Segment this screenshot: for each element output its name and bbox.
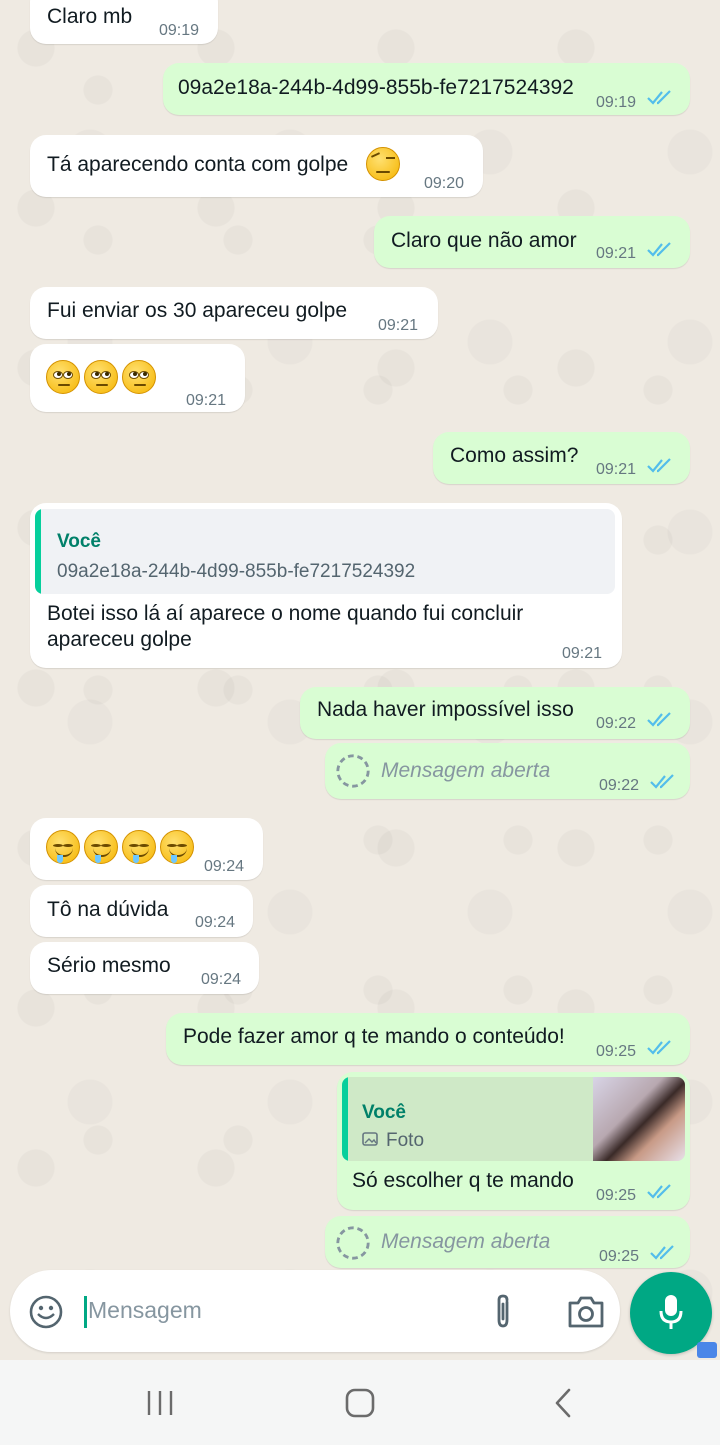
- message-incoming[interactable]: 09:24: [30, 818, 263, 880]
- message-outgoing[interactable]: Pode fazer amor q te mando o conteúdo! 0…: [166, 1013, 690, 1065]
- recent-apps-icon[interactable]: [145, 1388, 175, 1418]
- message-time: 09:24: [195, 914, 236, 931]
- drooling-face-emoji-icon: [46, 830, 198, 864]
- message-time: 09:21: [596, 461, 637, 478]
- message-time: 09:19: [159, 22, 200, 39]
- message-time: 09:21: [378, 317, 419, 334]
- back-icon[interactable]: [553, 1387, 573, 1419]
- floating-badge-icon[interactable]: [697, 1342, 717, 1358]
- message-outgoing[interactable]: 09a2e18a-244b-4d99-855b-fe7217524392 09:…: [163, 63, 690, 115]
- quote-text: Foto: [386, 1130, 425, 1151]
- message-time: 09:24: [201, 971, 242, 988]
- message-time: 09:20: [424, 175, 465, 192]
- message-time: 09:21: [562, 645, 603, 662]
- message-text: 09a2e18a-244b-4d99-855b-fe7217524392: [178, 76, 574, 99]
- message-time: 09:19: [596, 94, 637, 111]
- quote-text: 09a2e18a-244b-4d99-855b-fe7217524392: [57, 561, 416, 582]
- double-check-icon: [647, 242, 671, 257]
- double-check-icon: [650, 774, 674, 789]
- message-composer: Mensagem: [10, 1270, 620, 1352]
- photo-icon: [362, 1132, 378, 1146]
- message-time: 09:21: [596, 245, 637, 262]
- message-input[interactable]: Mensagem: [88, 1297, 202, 1324]
- quote-bar: [35, 509, 41, 594]
- camera-icon[interactable]: [566, 1295, 606, 1329]
- message-incoming[interactable]: 09:21: [30, 344, 245, 412]
- message-time: 09:21: [186, 392, 227, 409]
- double-check-icon: [647, 90, 671, 105]
- photo-thumbnail[interactable]: [593, 1077, 685, 1161]
- message-outgoing-reply[interactable]: Você Foto Só escolher q te mando 09:25: [337, 1072, 690, 1210]
- message-text-line: apareceu golpe: [47, 628, 192, 651]
- message-incoming-reply[interactable]: Você 09a2e18a-244b-4d99-855b-fe721752439…: [30, 503, 622, 668]
- message-time: 09:25: [599, 1248, 640, 1265]
- message-outgoing[interactable]: Como assim? 09:21: [433, 432, 690, 484]
- mic-icon: [659, 1295, 683, 1329]
- emoji-icon[interactable]: [28, 1294, 64, 1330]
- message-outgoing[interactable]: Nada haver impossível isso 09:22: [300, 687, 690, 739]
- double-check-icon: [647, 1040, 671, 1055]
- message-text: Nada haver impossível isso: [317, 698, 574, 721]
- message-time: 09:22: [596, 715, 637, 732]
- paperclip-icon[interactable]: [491, 1292, 515, 1332]
- message-text: Como assim?: [450, 444, 579, 467]
- double-check-icon: [650, 1245, 674, 1260]
- message-text: Só escolher q te mando: [352, 1169, 574, 1192]
- double-check-icon: [647, 458, 671, 473]
- view-once-icon: [336, 1226, 370, 1260]
- double-check-icon: [647, 1184, 671, 1199]
- quoted-message[interactable]: Você Foto: [342, 1077, 685, 1161]
- system-navigation-bar: [0, 1360, 720, 1445]
- message-time: 09:25: [596, 1043, 637, 1060]
- message-text: Fui enviar os 30 apareceu golpe: [47, 299, 348, 322]
- message-text: Claro que não amor: [391, 229, 577, 252]
- message-incoming[interactable]: Tá aparecendo conta com golpe 09:20: [30, 135, 483, 197]
- message-time: 09:22: [599, 777, 640, 794]
- double-check-icon: [647, 712, 671, 727]
- rolling-eyes-emoji-icon: [46, 360, 160, 394]
- message-view-once-opened[interactable]: Mensagem aberta 09:22: [325, 743, 690, 799]
- message-incoming[interactable]: Tô na dúvida 09:24: [30, 885, 253, 937]
- message-time: 09:24: [204, 858, 245, 875]
- home-icon[interactable]: [344, 1387, 376, 1419]
- message-text-line: Botei isso lá aí aparece o nome quando f…: [47, 602, 524, 625]
- message-text: Claro mb: [47, 5, 133, 28]
- message-incoming[interactable]: Claro mb 09:19: [30, 0, 218, 44]
- message-incoming[interactable]: Fui enviar os 30 apareceu golpe 09:21: [30, 287, 438, 339]
- message-text: Tá aparecendo conta com golpe: [47, 153, 349, 176]
- raised-eyebrow-emoji-icon: [366, 147, 400, 181]
- message-time: 09:25: [596, 1187, 637, 1204]
- text-cursor: [84, 1296, 87, 1328]
- quote-bar: [342, 1077, 348, 1161]
- quoted-message[interactable]: Você 09a2e18a-244b-4d99-855b-fe721752439…: [35, 509, 615, 594]
- message-view-once-opened[interactable]: Mensagem aberta 09:25: [325, 1216, 690, 1268]
- message-text: Mensagem aberta: [381, 1230, 551, 1253]
- view-once-icon: [336, 754, 370, 788]
- message-incoming[interactable]: Sério mesmo 09:24: [30, 942, 259, 994]
- quote-author: Você: [57, 531, 102, 552]
- chat-area[interactable]: Claro mb 09:19 09a2e18a-244b-4d99-855b-f…: [0, 0, 720, 1360]
- message-text: Pode fazer amor q te mando o conteúdo!: [183, 1025, 565, 1048]
- message-text: Mensagem aberta: [381, 759, 551, 782]
- message-text: Sério mesmo: [47, 954, 171, 977]
- message-text: Tô na dúvida: [47, 898, 169, 921]
- message-outgoing[interactable]: Claro que não amor 09:21: [374, 216, 690, 268]
- quote-author: Você: [362, 1102, 407, 1123]
